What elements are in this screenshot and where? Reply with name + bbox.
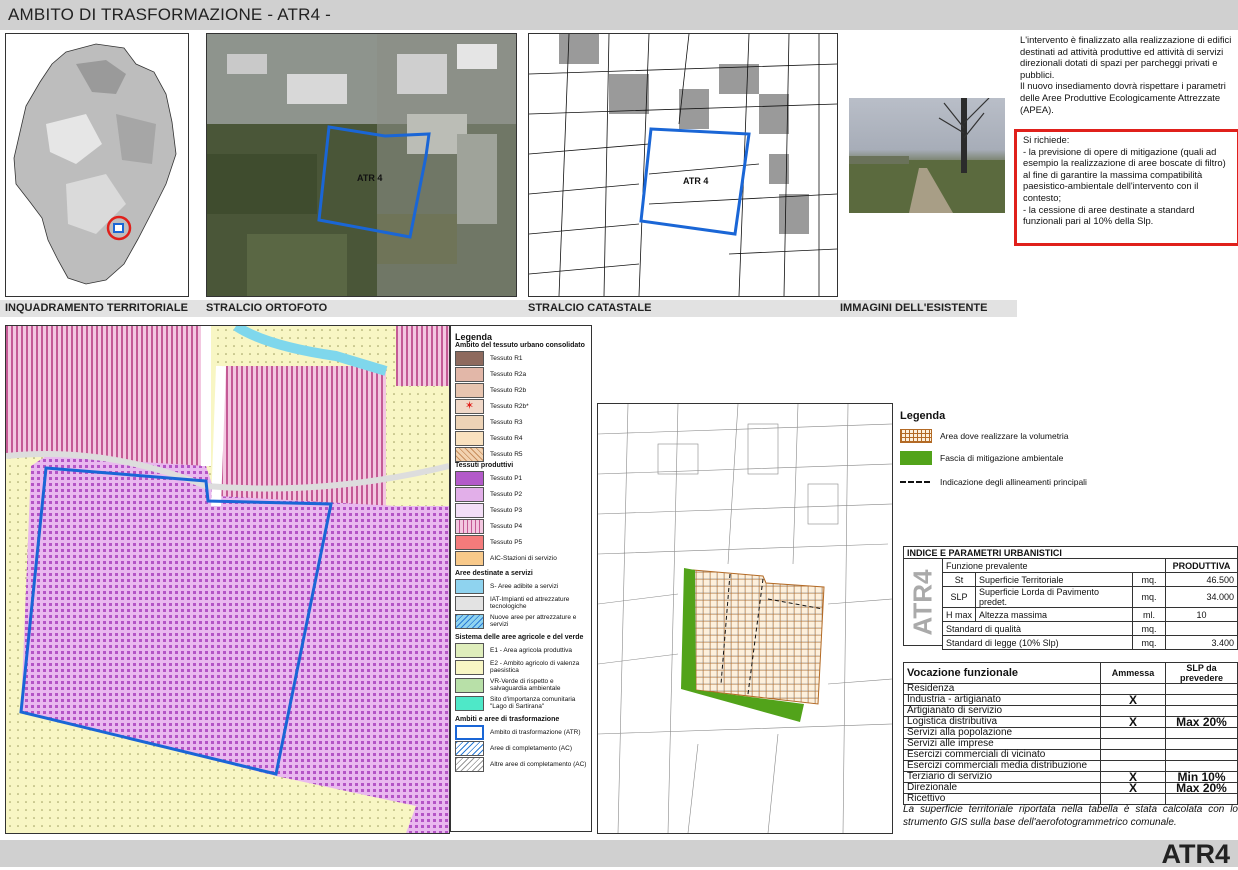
table-row: Industria - artigianato X (903, 694, 1238, 706)
legend-title: Legenda (455, 332, 493, 342)
header-bar: AMBITO DI TRASFORMAZIONE - ATR4 - (0, 0, 1238, 30)
legend-item: Aree di completamento (AC) (455, 740, 587, 756)
requirement-2: - la cessione di aree destinate a standa… (1023, 203, 1195, 227)
zoning-map (5, 325, 450, 834)
description-text: L'intervento è finalizzato alla realizza… (1020, 34, 1238, 115)
legend-item: ✶ Tessuto R2b* (455, 398, 587, 414)
table-row: Servizi alla popolazione (903, 727, 1238, 739)
legend-item: Tessuto R3 (455, 414, 587, 430)
orthophoto-map: ATR 4 (206, 33, 517, 297)
legend-item: Tessuto R4 (455, 430, 587, 446)
legend-item: Tessuto P1 (455, 470, 587, 486)
requirements-box: Si richiede: - la previsione di opere di… (1014, 129, 1238, 246)
table-row: St Superficie Territoriale mq. 46.500 (942, 572, 1238, 587)
ortho-atr-label: ATR 4 (357, 173, 382, 183)
table-row: Servizi alle imprese (903, 738, 1238, 750)
legend-item: VR-Verde di rispetto e salvaguardia ambi… (455, 676, 587, 694)
legend-item: Tessuto P3 (455, 502, 587, 518)
vocation-head-ammessa: Ammessa (1100, 662, 1166, 684)
footer-bar: ATR4 (0, 839, 1238, 869)
cadastral-map: ATR 4 (528, 33, 838, 297)
legend-group-5: Ambiti e aree di trasformazione (455, 716, 560, 723)
legend-item: Sito d'importanza comunitaria "Lago di S… (455, 694, 587, 712)
planning-map (597, 403, 893, 834)
legend-item: AIC-Stazioni di servizio (455, 550, 587, 566)
legend-item: Tessuto R5 (455, 446, 587, 462)
legend-item: Tessuto R1 (455, 350, 587, 366)
legend-item: Nuove aree per attrezzature e servizi (455, 612, 587, 630)
cadastral-atr-label: ATR 4 (683, 176, 708, 186)
caption-cadastral: STRALCIO CATASTALE (528, 302, 652, 314)
footer-code: ATR4 (1161, 839, 1230, 869)
legend-item: Tessuto P5 (455, 534, 587, 550)
legend-group-2: Tessuti produttivi (455, 462, 514, 469)
legend-item: Ambito di trasformazione (ATR) (455, 724, 587, 740)
vocation-head-label: Vocazione funzionale (903, 662, 1101, 684)
legend-item: E2 - Ambito agricolo di valenza paesisti… (455, 658, 587, 676)
vocation-table: Vocazione funzionale Ammessa SLP da prev… (903, 662, 1238, 805)
index-head-function: Funzione prevalente (942, 558, 1166, 573)
description-p2: Il nuovo insediamento dovrà rispettare i… (1020, 80, 1226, 115)
table-row: Standard di legge (10% Slp) mq. 3.400 (942, 635, 1238, 650)
table-row: Residenza (903, 683, 1238, 695)
table-row: SLP Superficie Lorda di Pavimento predet.… (942, 586, 1238, 608)
legend-group-3: Aree destinate a servizi (455, 570, 533, 577)
legend-group-4: Sistema delle aree agricole e del verde (455, 634, 584, 641)
legend-group-1: Ambito del tessuto urbano consolidato (455, 342, 585, 349)
caption-band: INQUADRAMENTO TERRITORIALE STRALCIO ORTO… (0, 300, 1017, 317)
existing-site-photo (849, 98, 1005, 213)
index-head-value: PRODUTTIVA (1165, 558, 1238, 573)
legend2-item: Area dove realizzare la volumetria (900, 428, 1090, 444)
index-table: Funzione prevalente PRODUTTIVA St Superfi… (942, 558, 1238, 650)
index-table-side: ATR4 (903, 558, 943, 646)
description-p1: L'intervento è finalizzato alla realizza… (1020, 34, 1232, 80)
caption-territorial: INQUADRAMENTO TERRITORIALE (5, 302, 188, 314)
legend-item: Tessuto R2a (455, 366, 587, 382)
page-title: AMBITO DI TRASFORMAZIONE - ATR4 - (8, 5, 332, 24)
zoning-legend: Legenda Ambito del tessuto urbano consol… (450, 325, 592, 832)
territorial-map (5, 33, 189, 297)
table-row: H max Altezza massima ml. 10 (942, 607, 1238, 622)
table-row: Esercizi commerciali di vicinato (903, 749, 1238, 761)
table-row: Standard di qualità mq. (942, 621, 1238, 636)
caption-existing: IMMAGINI DELL'ESISTENTE (840, 302, 988, 314)
legend-item: Tessuto P4 (455, 518, 587, 534)
legend-item: Altre aree di completamento (AC) (455, 756, 587, 772)
table-row: Logistica distributiva X Max 20% (903, 716, 1238, 728)
legend2-title: Legenda (900, 410, 946, 422)
legend2-item: Indicazione degli allineamenti principal… (900, 470, 1090, 494)
requirements-title: Si richiede: (1023, 134, 1070, 145)
vocation-head-slp: SLP da prevedere (1165, 662, 1238, 684)
legend-item: Tessuto P2 (455, 486, 587, 502)
table-note: La superficie territoriale riportata nel… (903, 804, 1238, 828)
legend-item: Tessuto R2b (455, 382, 587, 398)
table-row: Direzionale X Max 20% (903, 782, 1238, 794)
index-table-container: INDICE E PARAMETRI URBANISTICI ATR4 Funz… (903, 546, 1238, 650)
requirement-1: - la previsione di opere di mitigazione … (1023, 145, 1226, 203)
planning-legend: Legenda Area dove realizzare la volumetr… (900, 410, 1090, 494)
legend-item: IAT-Impianti ed attrezzature tecnologich… (455, 594, 587, 612)
legend-item: S- Aree adibite a servizi (455, 578, 587, 594)
legend-item: E1 - Area agricola produttiva (455, 642, 587, 658)
caption-ortho: STRALCIO ORTOFOTO (206, 302, 328, 314)
legend2-item: Fascia di mitigazione ambientale (900, 450, 1090, 466)
